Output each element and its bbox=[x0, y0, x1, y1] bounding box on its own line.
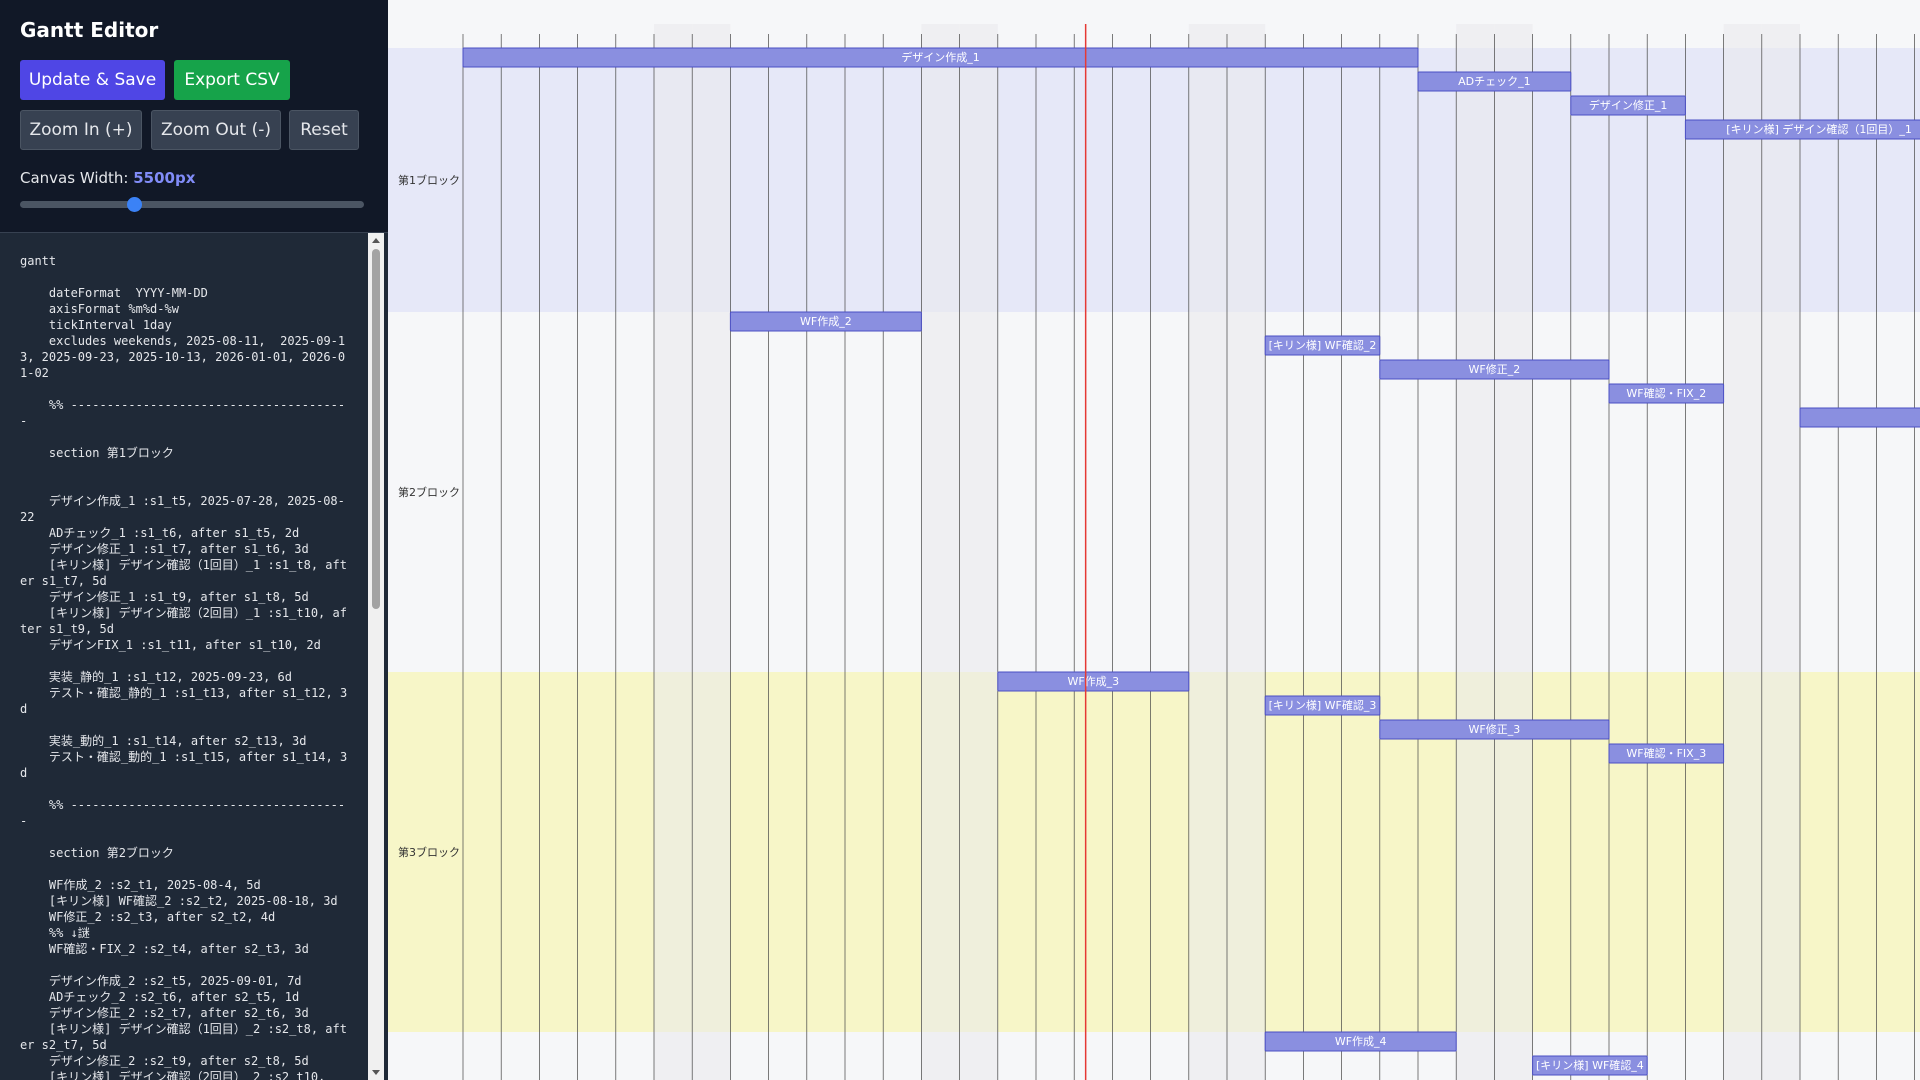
shaded-day-column bbox=[654, 24, 693, 1080]
section-band bbox=[388, 1032, 1920, 1080]
task-bar bbox=[1799, 407, 1920, 428]
shaded-day-column bbox=[1723, 24, 1762, 1080]
scroll-down-arrow-icon[interactable] bbox=[372, 1070, 380, 1075]
task-label: WF修正_2 bbox=[1469, 362, 1521, 376]
shaded-day-column bbox=[692, 24, 731, 1080]
shaded-day-column bbox=[959, 24, 998, 1080]
sidebar-controls: Gantt Editor Update & Save Export CSV Zo… bbox=[0, 0, 388, 233]
task-label: WF確認・FIX_2 bbox=[1626, 386, 1706, 400]
shaded-day-column bbox=[1761, 24, 1800, 1080]
task-label: WF修正_3 bbox=[1469, 722, 1521, 736]
section-band bbox=[388, 672, 1920, 1032]
update-save-button[interactable]: Update & Save bbox=[20, 60, 165, 100]
reset-button[interactable]: Reset bbox=[289, 110, 359, 150]
canvas-width-value: 5500px bbox=[133, 169, 196, 187]
task-label: デザイン作成_1 bbox=[901, 50, 980, 64]
task-label: [キリン様] WF確認_4 bbox=[1536, 1058, 1644, 1072]
zoom-in-button[interactable]: Zoom In (+) bbox=[20, 110, 142, 150]
section-band bbox=[388, 48, 1920, 312]
section-label: 第3ブロック bbox=[398, 845, 460, 859]
canvas-width-readout: Canvas Width: 5500px bbox=[20, 169, 195, 187]
shaded-day-column bbox=[921, 24, 960, 1080]
shaded-day-column bbox=[1494, 24, 1533, 1080]
task-label: ADチェック_1 bbox=[1458, 75, 1531, 88]
shaded-day-column bbox=[1227, 24, 1266, 1080]
task-label: WF作成_3 bbox=[1067, 675, 1119, 688]
task-label: [キリン様] WF確認_3 bbox=[1269, 698, 1377, 712]
scroll-up-arrow-icon[interactable] bbox=[372, 238, 380, 243]
section-label: 第2ブロック bbox=[398, 485, 460, 499]
export-csv-button[interactable]: Export CSV bbox=[174, 60, 290, 100]
shaded-day-column bbox=[1188, 24, 1227, 1080]
section-band bbox=[388, 312, 1920, 672]
zoom-out-button[interactable]: Zoom Out (-) bbox=[151, 110, 281, 150]
canvas-width-label: Canvas Width: bbox=[20, 169, 129, 187]
gantt-svg: 第1ブロック第2ブロック第3ブロック デザイン作成_1 ADチェック_1 デザイン修正… bbox=[388, 24, 1920, 1080]
shaded-day-column bbox=[1456, 24, 1495, 1080]
task-label: デザイン修正_1 bbox=[1589, 98, 1668, 112]
section-label: 第1ブロック bbox=[398, 173, 460, 187]
app-title: Gantt Editor bbox=[20, 18, 159, 42]
task-label: WF作成_4 bbox=[1335, 1035, 1387, 1048]
slider-thumb[interactable] bbox=[126, 197, 142, 212]
code-editor[interactable]: gantt dateFormat YYYY-MM-DD axisFormat %… bbox=[0, 233, 368, 1080]
task-label: [キリン様] WF確認_2 bbox=[1269, 338, 1377, 352]
scrollbar-thumb[interactable] bbox=[372, 249, 380, 609]
gantt-chart-canvas[interactable]: 第1ブロック 第2ブロック 第3ブロック デザイン作成_1 ADチェック_1 デザイン修正… bbox=[388, 0, 1920, 1080]
canvas-width-slider[interactable] bbox=[20, 201, 364, 208]
code-text: gantt dateFormat YYYY-MM-DD axisFormat %… bbox=[20, 254, 348, 1080]
task-label: [キリン様] デザイン確認（1回目）_1 bbox=[1726, 122, 1912, 136]
editor-sidebar: Gantt Editor Update & Save Export CSV Zo… bbox=[0, 0, 388, 1080]
task-label: WF確認・FIX_3 bbox=[1626, 746, 1706, 760]
task-label: WF作成_2 bbox=[800, 315, 852, 328]
code-scrollbar[interactable] bbox=[368, 233, 384, 1080]
